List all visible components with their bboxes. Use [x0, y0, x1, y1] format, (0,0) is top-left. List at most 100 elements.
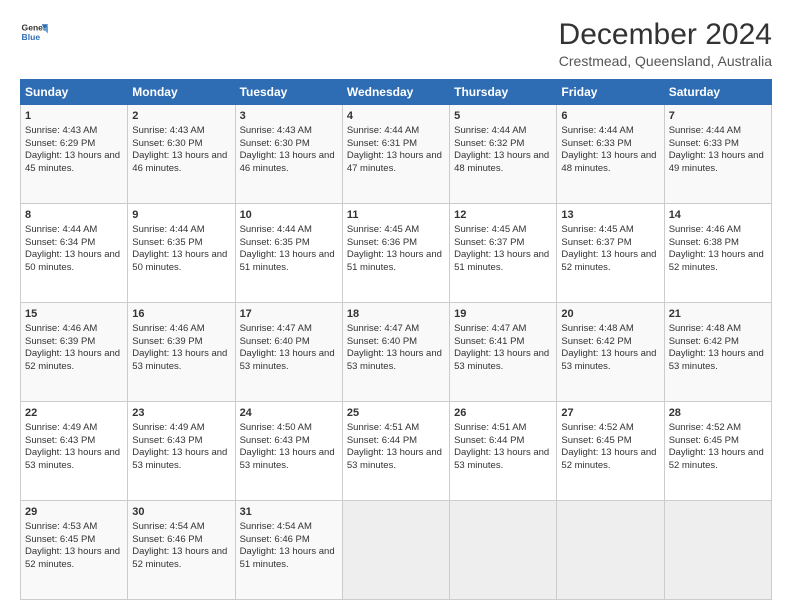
daylight: Daylight: 13 hours and 53 minutes. — [240, 348, 335, 372]
main-title: December 2024 — [559, 18, 772, 51]
sunset: Sunset: 6:35 PM — [132, 237, 202, 248]
day-number: 23 — [132, 406, 230, 421]
table-row: 3Sunrise: 4:43 AMSunset: 6:30 PMDaylight… — [235, 105, 342, 204]
daylight: Daylight: 13 hours and 50 minutes. — [25, 249, 120, 273]
day-number: 16 — [132, 307, 230, 322]
table-row: 12Sunrise: 4:45 AM Sunset: 6:37 PMDayligh… — [450, 204, 557, 303]
day-number: 12 — [454, 208, 552, 223]
day-number: 28 — [669, 406, 767, 421]
sunset: Sunset: 6:29 PM — [25, 138, 95, 149]
sunset: Sunset: 6:41 PM — [454, 336, 524, 347]
table-row — [557, 501, 664, 600]
col-thursday: Thursday — [450, 80, 557, 105]
sunset: Sunset: 6:46 PM — [132, 534, 202, 545]
daylight: Daylight: 13 hours and 52 minutes. — [25, 546, 120, 570]
day-number: 14 — [669, 208, 767, 223]
daylight: Daylight: 13 hours and 46 minutes. — [240, 150, 335, 174]
sunrise: Sunrise: 4:49 AM — [132, 422, 204, 433]
daylight: Daylight: 13 hours and 52 minutes. — [561, 447, 656, 471]
day-number: 31 — [240, 505, 338, 520]
table-row: 8Sunrise: 4:44 AMSunset: 6:34 PMDaylight… — [21, 204, 128, 303]
daylight: Daylight: 13 hours and 46 minutes. — [132, 150, 227, 174]
day-number: 24 — [240, 406, 338, 421]
daylight: Daylight: 13 hours and 51 minutes. — [454, 249, 549, 273]
day-number: 18 — [347, 307, 445, 322]
day-number: 30 — [132, 505, 230, 520]
sunset: Sunset: 6:35 PM — [240, 237, 310, 248]
day-number: 4 — [347, 109, 445, 124]
sunrise: Sunrise: 4:47 AM — [454, 323, 526, 334]
sunrise: Sunrise: 4:48 AM — [561, 323, 633, 334]
table-row — [342, 501, 449, 600]
daylight: Daylight: 13 hours and 51 minutes. — [240, 249, 335, 273]
sunset: Sunset: 6:32 PM — [454, 138, 524, 149]
sunset: Sunset: 6:43 PM — [25, 435, 95, 446]
day-number: 7 — [669, 109, 767, 124]
table-row: 13Sunrise: 4:45 AMSunset: 6:37 PMDayligh… — [557, 204, 664, 303]
daylight: Daylight: 13 hours and 53 minutes. — [132, 348, 227, 372]
sunset: Sunset: 6:40 PM — [347, 336, 417, 347]
table-row: 15Sunrise: 4:46 AMSunset: 6:39 PMDayligh… — [21, 303, 128, 402]
daylight: Daylight: 13 hours and 50 minutes. — [132, 249, 227, 273]
table-row: 22Sunrise: 4:49 AMSunset: 6:43 PMDayligh… — [21, 402, 128, 501]
table-row: 26Sunrise: 4:51 AMSunset: 6:44 PMDayligh… — [450, 402, 557, 501]
table-row: 14Sunrise: 4:46 AMSunset: 6:38 PMDayligh… — [664, 204, 771, 303]
day-number: 6 — [561, 109, 659, 124]
calendar-week-row: 1Sunrise: 4:43 AMSunset: 6:29 PMDaylight… — [21, 105, 772, 204]
daylight: Daylight: 13 hours and 53 minutes. — [347, 348, 442, 372]
sunset: Sunset: 6:40 PM — [240, 336, 310, 347]
sunset: Sunset: 6:34 PM — [25, 237, 95, 248]
daylight: Daylight: 13 hours and 48 minutes. — [454, 150, 549, 174]
daylight: Daylight: 13 hours and 51 minutes. — [240, 546, 335, 570]
sunrise: Sunrise: 4:47 AM — [240, 323, 312, 334]
table-row: 2Sunrise: 4:43 AMSunset: 6:30 PMDaylight… — [128, 105, 235, 204]
sunset: Sunset: 6:42 PM — [669, 336, 739, 347]
table-row — [450, 501, 557, 600]
table-row: 23Sunrise: 4:49 AMSunset: 6:43 PMDayligh… — [128, 402, 235, 501]
day-number: 25 — [347, 406, 445, 421]
sunset: Sunset: 6:31 PM — [347, 138, 417, 149]
calendar-header-row: Sunday Monday Tuesday Wednesday Thursday… — [21, 80, 772, 105]
daylight: Daylight: 13 hours and 52 minutes. — [132, 546, 227, 570]
sunrise: Sunrise: 4:44 AM — [561, 125, 633, 136]
day-number: 21 — [669, 307, 767, 322]
sunset: Sunset: 6:45 PM — [561, 435, 631, 446]
sunrise: Sunrise: 4:46 AM — [132, 323, 204, 334]
sunrise: Sunrise: 4:45 AM — [454, 224, 526, 235]
title-block: December 2024 Crestmead, Queensland, Aus… — [559, 18, 772, 69]
daylight: Daylight: 13 hours and 49 minutes. — [669, 150, 764, 174]
col-sunday: Sunday — [21, 80, 128, 105]
svg-text:Blue: Blue — [22, 32, 41, 42]
col-monday: Monday — [128, 80, 235, 105]
sunset: Sunset: 6:45 PM — [25, 534, 95, 545]
day-number: 2 — [132, 109, 230, 124]
table-row: 24Sunrise: 4:50 AMSunset: 6:43 PMDayligh… — [235, 402, 342, 501]
sunset: Sunset: 6:44 PM — [454, 435, 524, 446]
day-number: 26 — [454, 406, 552, 421]
sunrise: Sunrise: 4:50 AM — [240, 422, 312, 433]
sunset: Sunset: 6:30 PM — [132, 138, 202, 149]
table-row: 30Sunrise: 4:54 AMSunset: 6:46 PMDayligh… — [128, 501, 235, 600]
daylight: Daylight: 13 hours and 52 minutes. — [561, 249, 656, 273]
sunrise: Sunrise: 4:53 AM — [25, 521, 97, 532]
table-row: 1Sunrise: 4:43 AMSunset: 6:29 PMDaylight… — [21, 105, 128, 204]
sunrise: Sunrise: 4:44 AM — [240, 224, 312, 235]
daylight: Daylight: 13 hours and 53 minutes. — [25, 447, 120, 471]
sunrise: Sunrise: 4:48 AM — [669, 323, 741, 334]
table-row: 25Sunrise: 4:51 AMSunset: 6:44 PMDayligh… — [342, 402, 449, 501]
sunset: Sunset: 6:37 PM — [454, 237, 524, 248]
table-row: 18Sunrise: 4:47 AMSunset: 6:40 PMDayligh… — [342, 303, 449, 402]
day-number: 20 — [561, 307, 659, 322]
day-number: 9 — [132, 208, 230, 223]
day-number: 29 — [25, 505, 123, 520]
calendar-week-row: 22Sunrise: 4:49 AMSunset: 6:43 PMDayligh… — [21, 402, 772, 501]
daylight: Daylight: 13 hours and 53 minutes. — [454, 447, 549, 471]
day-number: 1 — [25, 109, 123, 124]
sunset: Sunset: 6:30 PM — [240, 138, 310, 149]
day-number: 10 — [240, 208, 338, 223]
table-row: 21Sunrise: 4:48 AMSunset: 6:42 PMDayligh… — [664, 303, 771, 402]
table-row: 17Sunrise: 4:47 AMSunset: 6:40 PMDayligh… — [235, 303, 342, 402]
daylight: Daylight: 13 hours and 52 minutes. — [669, 249, 764, 273]
sunrise: Sunrise: 4:52 AM — [561, 422, 633, 433]
table-row: 5Sunrise: 4:44 AMSunset: 6:32 PMDaylight… — [450, 105, 557, 204]
